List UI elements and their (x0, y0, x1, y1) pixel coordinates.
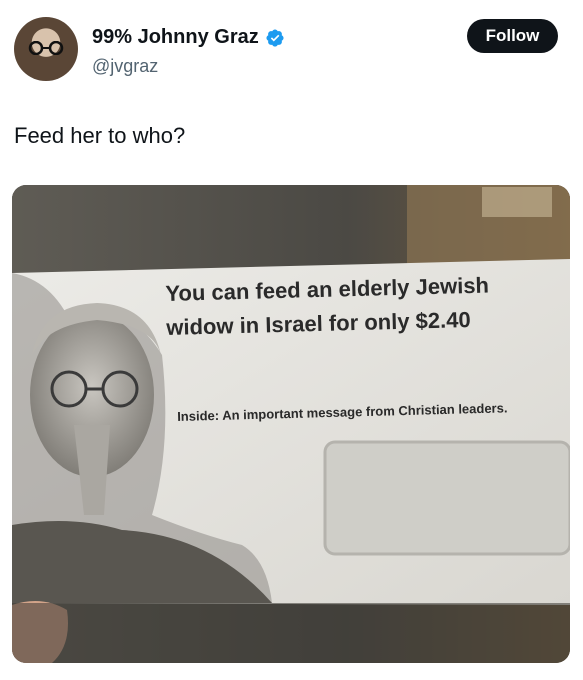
follow-button[interactable]: Follow (467, 19, 558, 53)
author-handle[interactable]: @jvgraz (92, 56, 158, 77)
envelope-photo (12, 185, 570, 663)
tweet-text: Feed her to who? (14, 123, 186, 148)
glasses-icon (28, 41, 64, 55)
author-name[interactable]: 99% Johnny Graz (92, 26, 259, 49)
tweet-header: 99% Johnny Graz @jvgraz Follow (0, 0, 583, 100)
envelope-headline: You can feed an elderly Jewish widow in … (165, 272, 490, 340)
tweet-media-photo[interactable]: You can feed an elderly Jewish widow in … (12, 185, 570, 663)
avatar[interactable] (14, 17, 78, 81)
author-name-row[interactable]: 99% Johnny Graz (92, 26, 285, 49)
verified-badge-icon (266, 28, 284, 47)
